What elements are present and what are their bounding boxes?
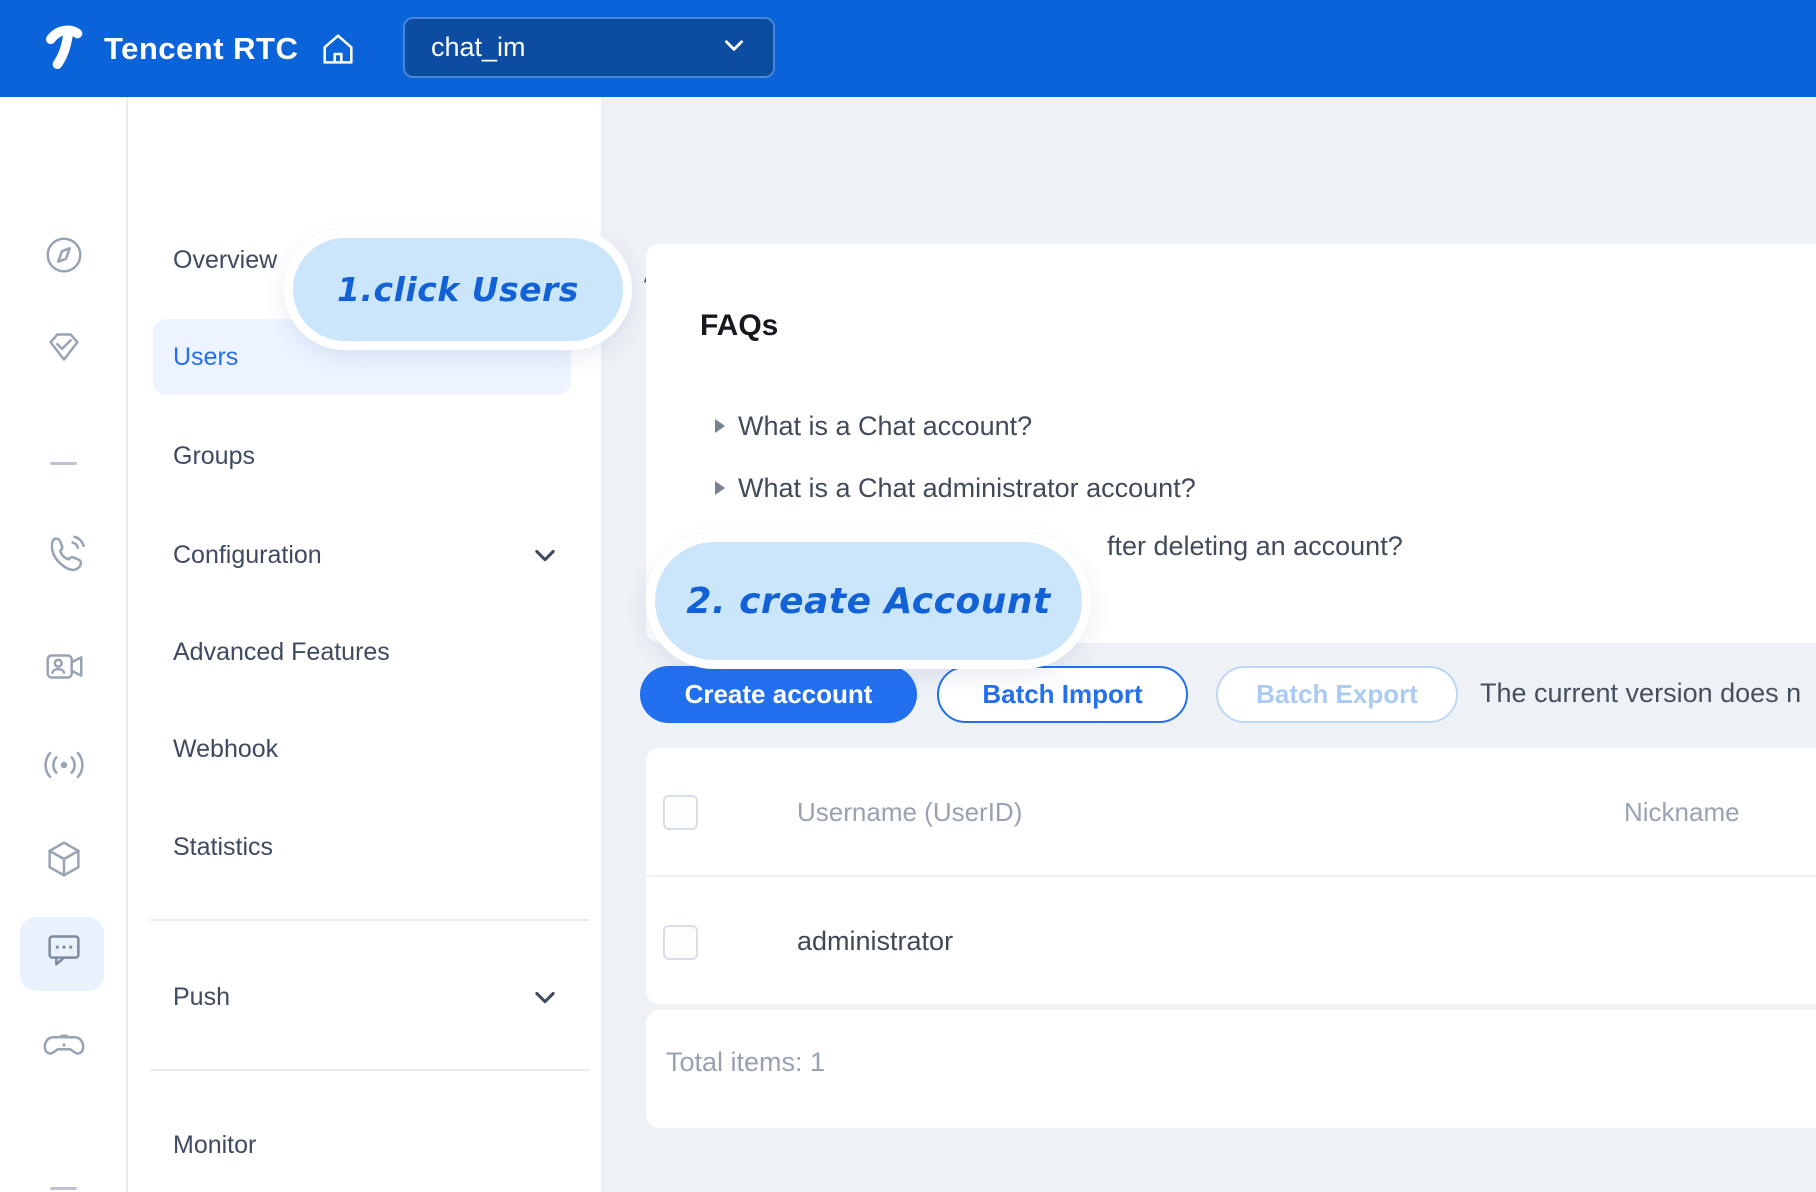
sidebar-item-webhook[interactable]: Webhook: [173, 711, 533, 787]
home-icon[interactable]: [318, 29, 358, 69]
sidebar-divider: [150, 1069, 590, 1071]
tencent-rtc-logo-icon: [44, 23, 90, 74]
row-checkbox[interactable]: [663, 925, 698, 960]
batch-import-label: Batch Import: [982, 679, 1142, 710]
sidebar-item-configuration[interactable]: Configuration: [173, 517, 533, 593]
sidebar-item-advanced-features[interactable]: Advanced Features: [173, 614, 533, 690]
faq-item[interactable]: What is a Chat account?: [715, 408, 1032, 444]
sidebar-item-label: Overview: [173, 246, 277, 275]
faq-question: What is a Chat administrator account?: [738, 473, 1196, 504]
chevron-down-icon[interactable]: [531, 541, 559, 569]
brand-name: Tencent RTC: [104, 31, 298, 67]
accounts-table: Username (UserID) Nickname administrator: [646, 748, 1816, 1004]
sidebar-item-label: Users: [173, 343, 238, 372]
sidebar-item-statistics[interactable]: Statistics: [173, 809, 533, 885]
gem-check-icon[interactable]: [40, 323, 88, 371]
select-all-checkbox[interactable]: [663, 795, 698, 830]
column-header-nickname[interactable]: Nickname: [1624, 797, 1740, 828]
faq-question-partially-covered[interactable]: fter deleting an account?: [1107, 531, 1403, 562]
sidebar-item-monitor[interactable]: Monitor: [173, 1107, 533, 1183]
batch-export-label: Batch Export: [1256, 679, 1418, 710]
app-selector-value: chat_im: [431, 32, 526, 63]
chat-icon[interactable]: [40, 925, 88, 973]
sidebar-item-label: Push: [173, 983, 230, 1012]
sidebar-item-label: Statistics: [173, 833, 273, 862]
brand[interactable]: Tencent RTC: [44, 0, 358, 97]
total-items-text: Total items: 1: [666, 1047, 825, 1078]
rail-divider: [50, 462, 77, 465]
top-navigation-bar: Tencent RTC chat_im: [0, 0, 1816, 97]
faq-question: What is a Chat account?: [738, 411, 1032, 442]
create-account-button[interactable]: Create account: [640, 666, 917, 723]
annotation-step1-bubble: 1.click Users: [284, 229, 632, 350]
app-selector-dropdown[interactable]: chat_im: [403, 17, 775, 78]
annotation-step2-bubble: 2. create Account: [646, 533, 1091, 669]
column-header-username[interactable]: Username (UserID): [797, 797, 1022, 828]
faq-heading: FAQs: [700, 309, 778, 343]
cube-icon[interactable]: [40, 835, 88, 883]
sidebar-item-label: Advanced Features: [173, 638, 390, 667]
table-footer: Total items: 1: [646, 1010, 1816, 1128]
faq-item[interactable]: What is a Chat administrator account?: [715, 470, 1196, 506]
username-cell: administrator: [797, 926, 953, 957]
sidebar-divider: [150, 919, 590, 921]
triangle-right-icon: [715, 481, 725, 495]
sidebar-item-push[interactable]: Push: [173, 959, 533, 1035]
batch-import-button[interactable]: Batch Import: [937, 666, 1188, 723]
sidebar-item-label: Groups: [173, 442, 255, 471]
sidebar-item-groups[interactable]: Groups: [173, 418, 533, 494]
chevron-down-icon[interactable]: [531, 983, 559, 1011]
video-camera-icon[interactable]: [40, 643, 88, 691]
sidebar-item-label: Webhook: [173, 735, 278, 764]
compass-icon[interactable]: [40, 231, 88, 279]
tencent-rtc-console: Tencent RTC chat_im: [0, 0, 1816, 1192]
product-icon-rail: [0, 97, 128, 1192]
triangle-right-icon: [715, 419, 725, 433]
create-account-label: Create account: [685, 679, 873, 710]
broadcast-icon[interactable]: [40, 741, 88, 789]
sidebar-item-label: Configuration: [173, 541, 322, 570]
call-icon[interactable]: [40, 530, 88, 578]
annotation-step1-text: 1.click Users: [337, 270, 579, 309]
version-note-text: The current version does n: [1480, 678, 1801, 709]
rail-divider: [50, 1187, 77, 1190]
sidebar-item-label: Monitor: [173, 1131, 256, 1160]
table-divider: [646, 875, 1816, 877]
batch-export-button-disabled: Batch Export: [1216, 666, 1458, 723]
annotation-step2-text: 2. create Account: [686, 581, 1050, 622]
chevron-down-icon: [721, 32, 747, 63]
game-controller-icon[interactable]: [40, 1020, 88, 1068]
